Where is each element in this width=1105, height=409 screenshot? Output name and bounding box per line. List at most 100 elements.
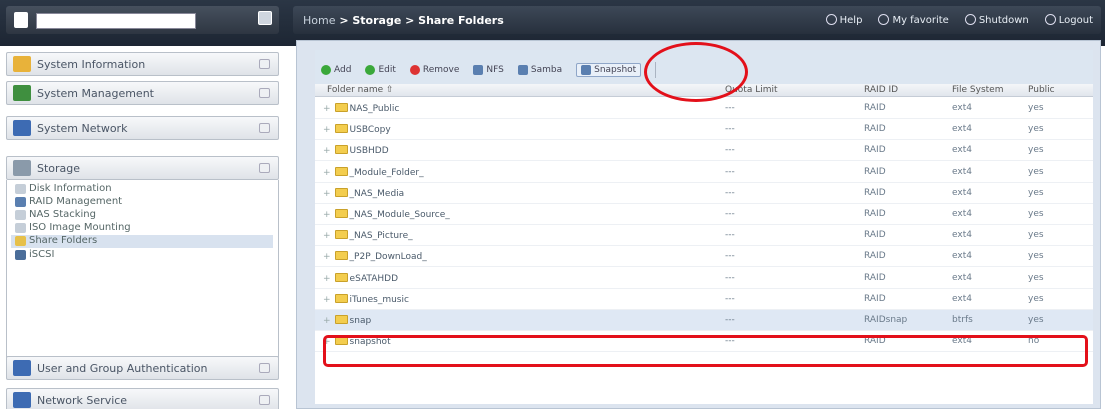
share-folder-icon xyxy=(15,236,26,246)
snapshot-icon xyxy=(581,65,592,75)
folder-name-cell: + _Module_Folder_ xyxy=(323,166,424,178)
folder-icon xyxy=(334,272,348,282)
quota-cell: --- xyxy=(725,145,735,156)
folder-name-cell: + snap xyxy=(323,315,371,326)
column-public[interactable]: Public xyxy=(1028,85,1055,95)
table-row[interactable]: + _NAS_Picture_ --- RAID ext4 yes xyxy=(315,225,1093,247)
table-row[interactable]: + USBCopy --- RAID ext4 yes xyxy=(315,119,1093,141)
collapse-icon[interactable] xyxy=(259,123,270,133)
network-service-icon xyxy=(13,392,31,408)
sidebar-item-iso-image-mounting[interactable]: ISO Image Mounting xyxy=(15,222,131,235)
logout-label: Logout xyxy=(1058,15,1093,26)
sidebar-item-raid-management[interactable]: RAID Management xyxy=(15,196,122,209)
folder-icon xyxy=(334,166,348,176)
quota-cell: --- xyxy=(725,103,735,113)
sidebar-item-share-folders[interactable]: Share Folders xyxy=(11,235,273,248)
folder-name: _NAS_Module_Source_ xyxy=(349,210,450,220)
search-bar xyxy=(6,6,279,34)
sidebar-item-iscsi[interactable]: iSCSI xyxy=(15,249,54,262)
expand-icon[interactable]: + xyxy=(323,210,331,220)
raid-icon xyxy=(15,197,26,207)
expand-icon[interactable]: + xyxy=(323,252,331,262)
raid-id-cell: RAID xyxy=(864,293,886,304)
table-row[interactable]: + _NAS_Media --- RAID ext4 yes xyxy=(315,183,1093,204)
collapse-icon[interactable] xyxy=(259,59,270,69)
quota-cell: --- xyxy=(725,187,735,198)
logout-link[interactable]: Logout xyxy=(1044,14,1093,26)
folder-icon xyxy=(334,103,348,112)
table-row[interactable]: + USBHDD --- RAID ext4 yes xyxy=(315,140,1093,162)
nfs-button[interactable]: NFS xyxy=(473,65,504,75)
table-row[interactable]: + eSATAHDD --- RAID ext4 yes xyxy=(315,268,1093,289)
file-system-cell: ext4 xyxy=(952,103,972,113)
folder-icon xyxy=(334,145,348,155)
help-link[interactable]: Help xyxy=(825,14,862,26)
breadcrumb-path: > Storage > Share Folders xyxy=(335,14,504,27)
expand-icon[interactable]: + xyxy=(323,125,331,135)
search-button[interactable] xyxy=(258,11,272,25)
expand-icon[interactable]: + xyxy=(323,274,331,284)
table-row[interactable]: + snap --- RAIDsnap btrfs yes xyxy=(315,310,1093,331)
sidebar-section-user-group-authentication[interactable]: User and Group Authentication xyxy=(6,356,279,380)
remove-button[interactable]: Remove xyxy=(409,65,459,75)
table-row[interactable]: + _NAS_Module_Source_ --- RAID ext4 yes xyxy=(315,204,1093,225)
edit-button[interactable]: Edit xyxy=(365,65,396,75)
raid-id-cell: RAID xyxy=(864,124,886,135)
add-button[interactable]: Add xyxy=(321,65,351,75)
samba-button[interactable]: Samba xyxy=(517,65,562,75)
sidebar-section-system-network[interactable]: System Network xyxy=(6,116,279,140)
quota-cell: --- xyxy=(725,272,735,283)
sidebar-section-network-service[interactable]: Network Service xyxy=(6,388,279,409)
button-label: Edit xyxy=(378,65,396,75)
sidebar-item-nas-stacking[interactable]: NAS Stacking xyxy=(15,209,96,222)
column-folder-name[interactable]: Folder name ⇧ xyxy=(327,85,394,95)
folder-icon xyxy=(334,187,348,197)
sidebar-section-storage[interactable]: Storage xyxy=(6,156,279,180)
folder-icon xyxy=(334,230,348,240)
folder-name-cell: + eSATAHDD xyxy=(323,272,398,284)
expand-icon[interactable]: + xyxy=(323,295,331,305)
iscsi-icon xyxy=(15,250,26,260)
folder-name: iTunes_music xyxy=(349,294,409,305)
top-links: Help My favorite Shutdown Logout xyxy=(825,14,1093,26)
expand-icon[interactable]: + xyxy=(323,189,331,199)
expand-icon[interactable]: + xyxy=(323,316,331,326)
table-row[interactable]: + iTunes_music --- RAID ext4 yes xyxy=(315,289,1093,310)
breadcrumb-home[interactable]: Home xyxy=(303,14,335,27)
sidebar-section-system-management[interactable]: System Management xyxy=(6,81,279,105)
network-icon xyxy=(13,120,31,136)
collapse-icon[interactable] xyxy=(259,163,270,173)
expand-icon[interactable]: + xyxy=(323,168,331,178)
logo-icon xyxy=(14,12,28,28)
search-input[interactable] xyxy=(36,13,196,29)
table-row[interactable]: + _P2P_DownLoad_ --- RAID ext4 yes xyxy=(315,246,1093,268)
table-row[interactable]: + _Module_Folder_ --- RAID ext4 yes xyxy=(315,162,1093,183)
disk-icon xyxy=(15,184,26,194)
folder-name: _NAS_Media xyxy=(349,188,405,199)
folder-icon xyxy=(334,293,348,303)
help-icon xyxy=(825,14,837,25)
column-file-system[interactable]: File System xyxy=(952,85,1003,95)
column-raid-id[interactable]: RAID ID xyxy=(864,85,898,95)
expand-icon[interactable]: + xyxy=(323,146,331,156)
tools-icon xyxy=(13,85,31,101)
file-system-cell: ext4 xyxy=(952,209,972,219)
collapse-icon[interactable] xyxy=(259,363,270,373)
expand-icon[interactable]: + xyxy=(323,104,331,114)
sidebar-section-system-information[interactable]: System Information xyxy=(6,52,279,76)
favorite-link[interactable]: My favorite xyxy=(878,14,949,26)
collapse-icon[interactable] xyxy=(259,395,270,405)
button-label: Add xyxy=(334,65,352,75)
collapse-icon[interactable] xyxy=(259,88,270,98)
section-label: User and Group Authentication xyxy=(37,362,208,375)
public-cell: yes xyxy=(1028,230,1044,241)
snapshot-button[interactable]: Snapshot xyxy=(576,63,642,77)
folder-name: USBHDD xyxy=(349,146,389,157)
sidebar-item-disk-information[interactable]: Disk Information xyxy=(15,183,112,196)
folder-name-cell: + NAS_Public xyxy=(323,103,399,114)
shutdown-link[interactable]: Shutdown xyxy=(964,14,1029,26)
folder-name: snap xyxy=(349,316,372,326)
expand-icon[interactable]: + xyxy=(323,231,331,241)
item-label: NAS Stacking xyxy=(29,209,96,220)
snapshot-highlight-circle xyxy=(644,42,748,102)
